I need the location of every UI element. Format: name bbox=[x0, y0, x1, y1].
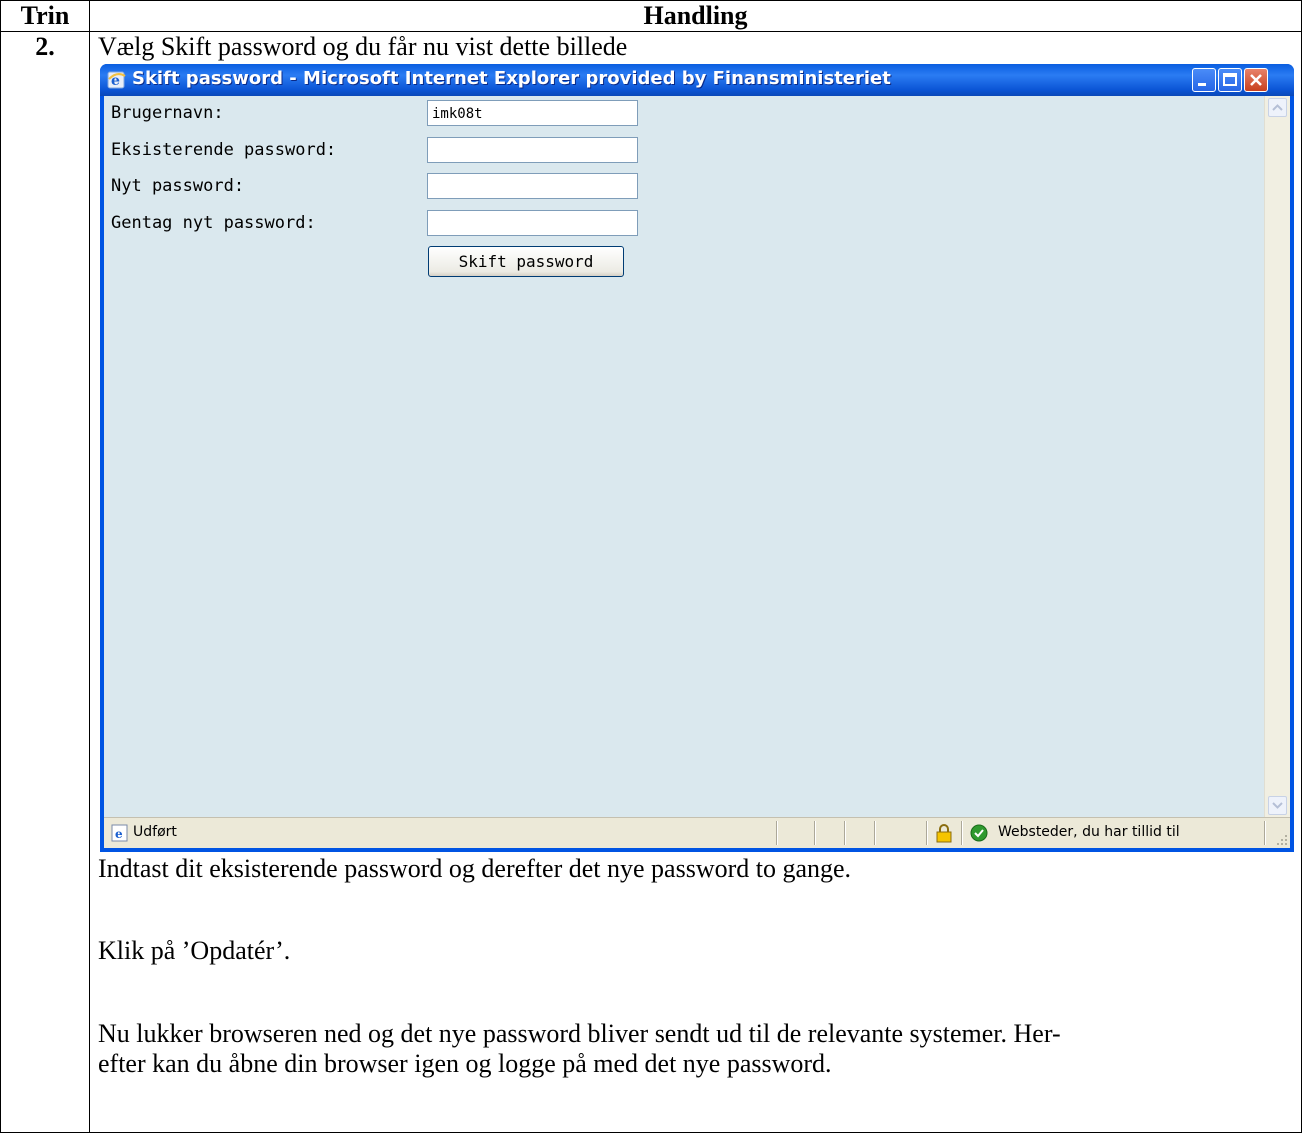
window-title: Skift password - Microsoft Internet Expl… bbox=[132, 68, 891, 89]
window-titlebar[interactable]: e Skift password - Microsoft Internet Ex… bbox=[100, 64, 1294, 96]
step-content: Vælg Skift password og du får nu vist de… bbox=[89, 31, 1302, 1133]
new-password-field[interactable] bbox=[427, 173, 638, 199]
chevron-up-icon bbox=[1272, 104, 1283, 111]
table-header-row: Trin Handling bbox=[0, 0, 1302, 32]
status-separator bbox=[926, 821, 927, 845]
page-content: Brugernavn: imk08t Eksisterende password… bbox=[104, 96, 1290, 817]
username-field[interactable]: imk08t bbox=[427, 100, 638, 126]
svg-text:e: e bbox=[115, 827, 123, 841]
existing-password-label: Eksisterende password: bbox=[111, 140, 337, 160]
instruction-table: Trin Handling 2. Vælg Skift password og … bbox=[0, 0, 1302, 1133]
step-number: 2. bbox=[0, 31, 90, 1133]
instruction-paragraph: Indtast dit eksisterende password og der… bbox=[98, 854, 852, 883]
scroll-up-button[interactable] bbox=[1268, 98, 1287, 117]
close-button[interactable] bbox=[1244, 68, 1268, 92]
vertical-scrollbar[interactable] bbox=[1264, 96, 1290, 817]
username-label: Brugernavn: bbox=[111, 103, 224, 123]
repeat-password-field[interactable] bbox=[427, 210, 638, 236]
maximize-icon bbox=[1223, 73, 1237, 86]
new-password-label: Nyt password: bbox=[111, 176, 245, 196]
minimize-icon bbox=[1198, 83, 1206, 86]
maximize-button[interactable] bbox=[1218, 68, 1242, 92]
ie-logo-icon: e bbox=[107, 71, 126, 89]
step-intro-text: Vælg Skift password og du får nu vist de… bbox=[98, 32, 628, 61]
minimize-button[interactable] bbox=[1192, 68, 1216, 92]
status-bar: e Udført Websteder, du har tillid til bbox=[104, 817, 1290, 848]
status-separator bbox=[776, 821, 777, 845]
change-password-button[interactable]: Skift password bbox=[428, 246, 624, 277]
header-trin: Trin bbox=[0, 0, 90, 32]
instruction-paragraph: efter kan du åbne din browser igen og lo… bbox=[98, 1049, 832, 1078]
status-separator bbox=[1264, 821, 1265, 845]
instruction-paragraph: Nu lukker browseren ned og det nye passw… bbox=[98, 1019, 1061, 1048]
page-done-icon: e bbox=[111, 824, 128, 842]
security-zone-text: Websteder, du har tillid til bbox=[998, 824, 1180, 840]
existing-password-field[interactable] bbox=[427, 137, 638, 163]
status-separator bbox=[874, 821, 875, 845]
repeat-password-label: Gentag nyt password: bbox=[111, 213, 316, 233]
trusted-zone-icon bbox=[970, 824, 988, 842]
close-icon bbox=[1250, 74, 1262, 86]
resize-grip-icon[interactable] bbox=[1276, 834, 1288, 846]
lock-icon bbox=[936, 824, 952, 843]
status-text: Udført bbox=[133, 824, 177, 840]
status-separator bbox=[814, 821, 815, 845]
status-separator bbox=[961, 821, 962, 845]
chevron-down-icon bbox=[1272, 802, 1283, 809]
header-handling: Handling bbox=[89, 0, 1302, 32]
status-separator bbox=[844, 821, 845, 845]
table-row: 2. Vælg Skift password og du får nu vist… bbox=[0, 31, 1302, 1133]
instruction-paragraph: Klik på ’Opdatér’. bbox=[98, 936, 291, 965]
scroll-down-button[interactable] bbox=[1268, 796, 1287, 815]
ie-window: e Skift password - Microsoft Internet Ex… bbox=[100, 64, 1294, 852]
